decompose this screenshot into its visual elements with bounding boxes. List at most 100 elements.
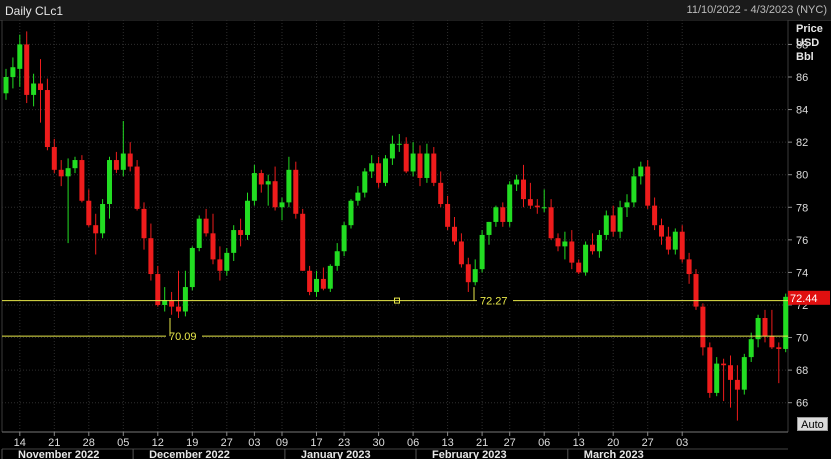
candle-body xyxy=(210,233,216,260)
x-tick-label: 27 xyxy=(221,437,233,449)
x-tick-label: 09 xyxy=(276,437,288,449)
candle-body xyxy=(93,225,99,234)
candle-body xyxy=(583,244,589,273)
candle-body xyxy=(452,226,457,242)
candle-body xyxy=(238,230,244,235)
support-line-label: 72.27 xyxy=(480,296,508,308)
candle-body xyxy=(182,287,188,312)
x-tick-label: 14 xyxy=(14,437,26,449)
candle-body xyxy=(334,251,340,266)
y-tick-label: 66 xyxy=(796,398,808,410)
candlestick-chart[interactable]: 666870727476788082848688PriceUSDBbl72.27… xyxy=(0,20,831,459)
y-tick-label: 80 xyxy=(796,170,808,182)
candle-body xyxy=(507,184,513,222)
candle-body xyxy=(548,207,554,239)
candle-body xyxy=(44,90,50,148)
candle-body xyxy=(320,278,326,289)
candle-body xyxy=(734,379,740,390)
candle-body xyxy=(86,200,92,226)
candle-body xyxy=(189,247,195,288)
candle-body xyxy=(783,296,789,349)
candle-body xyxy=(728,365,733,380)
candle-body xyxy=(203,218,209,234)
candle-body xyxy=(272,181,278,208)
candle-body xyxy=(389,143,395,159)
x-tick-label: 13 xyxy=(573,437,585,449)
candle-body xyxy=(300,213,306,271)
x-axis: 14 21 28 05 12 19 27 03 09 17 23 30 06 13 21 27 06 13 20 27… xyxy=(0,431,831,459)
candle-body xyxy=(700,306,706,348)
candle-body xyxy=(376,163,382,183)
x-tick-label: 27 xyxy=(642,437,654,449)
candle-body xyxy=(251,173,257,201)
candle-body xyxy=(741,357,747,390)
date-range: 11/10/2022 - 4/3/2023 (NYC) xyxy=(686,4,827,16)
candle-body xyxy=(38,83,43,91)
candle-body xyxy=(631,176,637,203)
candle-body xyxy=(672,231,678,250)
x-tick-label: 12 xyxy=(152,437,164,449)
candle-body xyxy=(410,153,416,172)
candle-body xyxy=(486,221,492,235)
candle-body xyxy=(438,182,444,205)
candle-body xyxy=(31,83,37,95)
candle-body xyxy=(776,347,782,349)
last-price-label: 72.44 xyxy=(790,293,818,305)
x-month-label: November 2022 xyxy=(18,449,99,459)
candle-body xyxy=(562,241,568,247)
candle-body xyxy=(458,241,464,265)
candle-body xyxy=(258,173,264,185)
candle-body xyxy=(659,225,664,237)
candle-body xyxy=(10,67,16,77)
candle-body xyxy=(24,44,30,95)
candle-body xyxy=(134,166,140,209)
candle-body xyxy=(748,339,754,358)
candle-body xyxy=(596,234,602,252)
y-tick-label: 82 xyxy=(796,137,808,149)
candle-body xyxy=(396,143,402,145)
candle-body xyxy=(265,181,271,185)
candle-body xyxy=(479,234,485,270)
candle-body xyxy=(417,153,423,178)
candle-body xyxy=(541,207,547,209)
candle-body xyxy=(500,207,506,222)
candle-body xyxy=(610,215,616,232)
x-tick-label: 23 xyxy=(338,437,350,449)
x-tick-label: 30 xyxy=(372,437,384,449)
y-tick-label: 74 xyxy=(796,267,808,279)
x-tick-label: 06 xyxy=(407,437,419,449)
x-tick-label: 21 xyxy=(48,437,60,449)
candle-body xyxy=(65,168,71,177)
candle-body xyxy=(141,208,147,239)
candle-body xyxy=(293,169,299,214)
candle-body xyxy=(686,259,692,275)
y-tick-label: 84 xyxy=(796,105,808,117)
candle-body xyxy=(445,204,451,227)
x-tick-label: 28 xyxy=(83,437,95,449)
candle-body xyxy=(431,153,437,183)
y-tick-label: 76 xyxy=(796,235,808,247)
auto-scale-button[interactable]: Auto xyxy=(797,417,828,431)
y-axis-label: Price xyxy=(796,23,823,35)
y-tick-label: 70 xyxy=(796,333,808,345)
candle-body xyxy=(714,363,720,393)
candle-body xyxy=(569,241,575,263)
candle-body xyxy=(521,179,526,200)
x-tick-label: 06 xyxy=(538,437,550,449)
x-tick-label: 13 xyxy=(441,437,453,449)
candle-body xyxy=(472,269,478,283)
candle-body xyxy=(314,278,319,292)
candle-body xyxy=(127,153,133,167)
support-line-label: 70.09 xyxy=(169,331,197,343)
candle-body xyxy=(624,202,630,208)
y-axis-label: Bbl xyxy=(796,51,814,63)
candle-body xyxy=(369,163,375,172)
candle-body xyxy=(665,236,671,250)
x-tick-label: 19 xyxy=(186,437,198,449)
candle-body xyxy=(148,238,154,275)
candle-body xyxy=(514,179,520,185)
candle-body xyxy=(107,160,112,205)
x-month-label: March 2023 xyxy=(584,449,644,459)
candle-body xyxy=(576,262,582,273)
candle-body xyxy=(638,166,644,177)
